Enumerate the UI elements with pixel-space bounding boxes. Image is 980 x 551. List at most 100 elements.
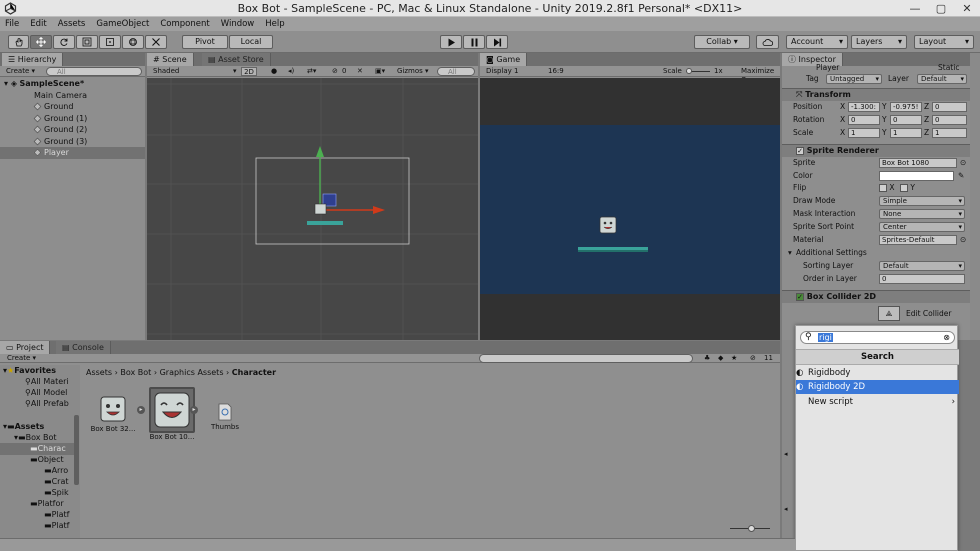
- scale-z-field[interactable]: 1: [932, 128, 967, 138]
- camera-icon[interactable]: ▣▾: [375, 67, 385, 76]
- edit-collider-button[interactable]: ⟁: [878, 306, 900, 321]
- hierarchy-item-main-camera[interactable]: Main Camera: [0, 90, 145, 102]
- play-button[interactable]: [440, 35, 462, 49]
- sprite-renderer-header[interactable]: ✓ Sprite Renderer: [782, 144, 980, 157]
- hierarchy-search-input[interactable]: All: [46, 67, 142, 76]
- favorites-row[interactable]: ▾★Favorites: [0, 365, 75, 377]
- scale-y-field[interactable]: 1: [890, 128, 922, 138]
- display-dropdown[interactable]: Display 1: [486, 67, 518, 76]
- tab-game[interactable]: ◙ Game: [480, 53, 528, 66]
- expand-sprite-icon[interactable]: ▸: [190, 406, 198, 414]
- pause-button[interactable]: [463, 35, 485, 49]
- favorites-item[interactable]: ⚲All Prefab: [0, 398, 75, 410]
- tab-asset-store[interactable]: ▤ Asset Store: [202, 53, 271, 66]
- save-search-icon[interactable]: ★: [731, 354, 737, 363]
- box-collider-enabled-checkbox[interactable]: ✓: [796, 292, 804, 301]
- scale-tool-button[interactable]: [76, 35, 98, 49]
- menu-help[interactable]: Help: [260, 17, 290, 31]
- folder-item-platform-b[interactable]: ▬Platf: [0, 520, 75, 532]
- additional-settings-row[interactable]: ▾ Additional Settings: [782, 247, 980, 259]
- folder-item-character[interactable]: ▬Charac: [0, 443, 75, 455]
- scene-root-row[interactable]: ▾ ◈ SampleScene*: [0, 78, 145, 90]
- hand-tool-button[interactable]: [8, 35, 29, 49]
- breadcrumb-item[interactable]: Box Bot: [120, 368, 151, 377]
- color-field[interactable]: [879, 171, 954, 181]
- gizmos-dropdown[interactable]: Gizmos ▾: [397, 67, 429, 76]
- object-picker-icon[interactable]: ⊙: [960, 234, 966, 246]
- eyedropper-icon[interactable]: ✎: [958, 170, 964, 182]
- close-button[interactable]: ✕: [954, 0, 980, 17]
- position-z-field[interactable]: 0: [932, 102, 967, 112]
- folder-item-crate[interactable]: ▬Crat: [0, 476, 75, 488]
- position-y-field[interactable]: -0.975!: [890, 102, 922, 112]
- hierarchy-item-ground-1[interactable]: Ground (1): [0, 113, 145, 125]
- tag-dropdown[interactable]: Untagged: [826, 74, 882, 84]
- sprite-renderer-enabled-checkbox[interactable]: ✓: [796, 146, 804, 155]
- hidden-objects-icon[interactable]: ⊘: [332, 67, 338, 76]
- scroll-arrow-icon[interactable]: ◂: [784, 450, 788, 458]
- component-search-input[interactable]: ⚲ rigi ⊗: [800, 331, 955, 344]
- draw-mode-dropdown[interactable]: Simple: [879, 196, 965, 206]
- clear-search-icon[interactable]: ⊗: [943, 332, 950, 343]
- folder-item-objects[interactable]: ▬Object: [0, 454, 75, 466]
- component-option-rigidbody-2d[interactable]: ◐ Rigidbody 2D: [796, 380, 959, 394]
- rotation-z-field[interactable]: 0: [932, 115, 967, 125]
- layout-dropdown[interactable]: Layout ▾: [914, 35, 974, 49]
- 2d-mode-toggle[interactable]: 2D: [241, 67, 257, 76]
- custom-tool-button[interactable]: [145, 35, 167, 49]
- position-x-field[interactable]: -1.300:: [848, 102, 880, 112]
- project-create-button[interactable]: Create ▾: [7, 354, 36, 363]
- asset-tile-selected[interactable]: Box Bot 10...: [148, 387, 196, 441]
- scale-x-field[interactable]: 1: [848, 128, 880, 138]
- aspect-dropdown[interactable]: 16:9: [548, 67, 564, 76]
- inspector-right-scrollbar[interactable]: [970, 53, 980, 340]
- account-dropdown[interactable]: Account ▾: [786, 35, 848, 49]
- inspector-scrollbar[interactable]: ◂ ◂: [782, 340, 795, 538]
- menu-window[interactable]: Window: [216, 17, 261, 31]
- assets-row[interactable]: ▾▬Assets: [0, 421, 75, 433]
- transform-tool-button[interactable]: [122, 35, 144, 49]
- minimize-button[interactable]: —: [902, 0, 928, 17]
- menu-edit[interactable]: Edit: [25, 17, 52, 31]
- hierarchy-create-button[interactable]: Create ▾: [6, 67, 35, 76]
- object-name-field[interactable]: Player: [816, 63, 839, 72]
- expand-sprite-icon[interactable]: ▸: [137, 406, 145, 414]
- hidden-packages-icon[interactable]: ⊘: [750, 354, 756, 363]
- menu-assets[interactable]: Assets: [53, 17, 92, 31]
- rotation-x-field[interactable]: 0: [848, 115, 880, 125]
- flip-y-checkbox[interactable]: [900, 184, 908, 192]
- folder-item-platform-a[interactable]: ▬Platf: [0, 509, 75, 521]
- audio-icon[interactable]: ◂): [288, 67, 294, 76]
- shading-dropdown[interactable]: Shaded ▾: [153, 67, 237, 76]
- hierarchy-item-ground-2[interactable]: Ground (2): [0, 124, 145, 136]
- component-option-rigidbody[interactable]: ◐ Rigidbody: [796, 366, 959, 380]
- filter-by-label-icon[interactable]: ◆: [718, 354, 723, 363]
- rotate-tool-button[interactable]: [53, 35, 75, 49]
- folder-item-spikes[interactable]: ▬Spik: [0, 487, 75, 499]
- step-button[interactable]: [486, 35, 508, 49]
- hierarchy-item-ground-3[interactable]: Ground (3): [0, 136, 145, 148]
- breadcrumb-item[interactable]: Assets: [86, 368, 112, 377]
- box-collider-header[interactable]: ✓ Box Collider 2D: [782, 290, 980, 303]
- sprite-field[interactable]: Box Bot 1080: [879, 158, 957, 168]
- game-view[interactable]: [480, 78, 780, 340]
- tab-scene[interactable]: # Scene: [147, 53, 194, 66]
- collab-dropdown[interactable]: Collab ▾: [694, 35, 750, 49]
- maximize-button[interactable]: ▢: [928, 0, 954, 17]
- thumbnail-size-handle[interactable]: [748, 525, 755, 532]
- material-field[interactable]: Sprites-Default: [879, 235, 957, 245]
- folder-tree-scrollbar[interactable]: [74, 415, 79, 485]
- menu-file[interactable]: File: [0, 17, 25, 31]
- filter-by-type-icon[interactable]: ♣: [704, 354, 710, 363]
- scroll-arrow-icon[interactable]: ◂: [784, 505, 788, 513]
- tab-project[interactable]: ▭ Project: [0, 341, 51, 354]
- rect-tool-button[interactable]: [99, 35, 121, 49]
- move-tool-button[interactable]: [30, 35, 52, 49]
- hierarchy-item-ground[interactable]: Ground: [0, 101, 145, 113]
- folder-item-platforms[interactable]: ▬Platfor: [0, 498, 75, 510]
- scale-slider-handle[interactable]: [686, 68, 692, 74]
- new-script-option[interactable]: New script ›: [796, 395, 959, 409]
- layers-dropdown[interactable]: Layers ▾: [851, 35, 907, 49]
- lighting-icon[interactable]: ●: [271, 67, 277, 76]
- folder-item-box-bot[interactable]: ▾▬Box Bot: [0, 432, 75, 444]
